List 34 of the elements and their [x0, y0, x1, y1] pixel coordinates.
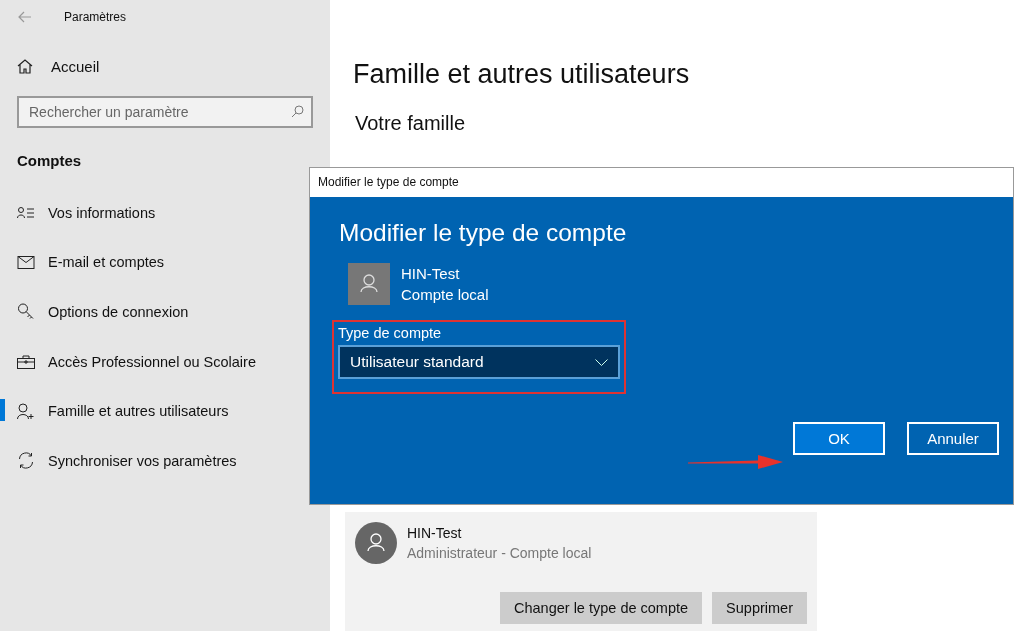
- sync-icon: [17, 452, 35, 470]
- field-label: Type de compte: [338, 325, 443, 341]
- person-add-icon: [17, 402, 35, 420]
- dialog-title: Modifier le type de compte: [310, 168, 1013, 197]
- card-button[interactable]: Supprimer: [712, 592, 807, 624]
- sidebar-item[interactable]: Accès Professionnel ou Scolaire: [0, 336, 330, 387]
- home-icon: [17, 59, 33, 74]
- home-link[interactable]: Accueil: [17, 58, 330, 75]
- person-list-icon: [17, 205, 35, 220]
- dialog-button[interactable]: OK: [793, 422, 885, 455]
- user-subtitle: Compte local: [401, 285, 489, 305]
- account-type-dropdown[interactable]: Utilisateur standard: [338, 345, 620, 379]
- page-title: Famille et autres utilisateurs: [353, 59, 691, 90]
- sidebar-item[interactable]: Famille et autres utilisateurs: [0, 386, 330, 436]
- user-subtitle: Administrateur - Compte local: [407, 545, 592, 561]
- mail-icon: [17, 255, 35, 269]
- dialog-button[interactable]: Annuler: [907, 422, 999, 455]
- sidebar-item[interactable]: E-mail et comptes: [0, 237, 330, 288]
- avatar-icon: [355, 522, 397, 564]
- user-name: HIN-Test: [401, 264, 461, 284]
- card-button[interactable]: Changer le type de compte: [500, 592, 703, 624]
- sidebar-item[interactable]: Options de connexion: [0, 287, 330, 337]
- key-icon: [17, 303, 35, 321]
- user-name: HIN-Test: [407, 525, 463, 541]
- window-title: Paramètres: [64, 10, 127, 24]
- chevron-down-icon: [595, 358, 608, 366]
- sidebar-item[interactable]: Synchroniser vos paramètres: [0, 435, 330, 486]
- back-arrow-icon[interactable]: [18, 11, 32, 23]
- section-title: Votre famille: [355, 112, 467, 135]
- dialog-heading: Modifier le type de compte: [339, 219, 628, 247]
- search-icon: [291, 105, 304, 118]
- briefcase-icon: [17, 354, 35, 369]
- avatar-icon: [348, 263, 390, 305]
- search-field[interactable]: Rechercher un paramètre: [17, 96, 313, 128]
